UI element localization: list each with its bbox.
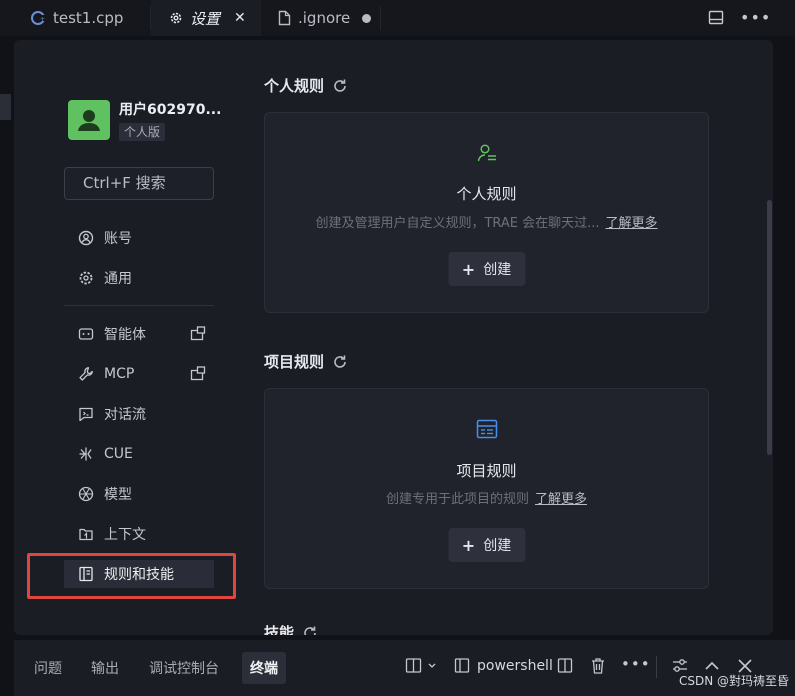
section-title-personal-rules: 个人规则 bbox=[264, 75, 348, 96]
tab-test1-cpp[interactable]: + test1.cpp bbox=[30, 0, 123, 36]
sidebar-item-general[interactable]: 通用 bbox=[64, 264, 214, 292]
section-title-project-rules: 项目规则 bbox=[264, 351, 348, 372]
tab-problems[interactable]: 问题 bbox=[26, 652, 70, 684]
refresh-icon[interactable] bbox=[332, 78, 348, 94]
section-title-text: 技能 bbox=[264, 624, 295, 635]
sidebar-item-context[interactable]: 上下文 bbox=[64, 520, 214, 548]
card-description: 创建及管理用户自定义规则，TRAE 会在聊天过... 了解更多 bbox=[265, 212, 708, 231]
wrench-icon bbox=[76, 366, 96, 382]
refresh-icon[interactable] bbox=[332, 354, 348, 370]
personal-rules-card: 个人规则 创建及管理用户自定义规则，TRAE 会在聊天过... 了解更多 + 创建 bbox=[264, 112, 709, 313]
sidebar-item-label: CUE bbox=[104, 446, 133, 462]
sidebar-item-label: 智能体 bbox=[104, 327, 146, 343]
sidebar-item-cue[interactable]: CUE bbox=[64, 440, 214, 468]
avatar bbox=[68, 100, 110, 140]
sidebar-item-agents[interactable]: 智能体 bbox=[64, 320, 214, 348]
sidebar-edge bbox=[0, 94, 11, 120]
tab-ignore[interactable]: .ignore bbox=[278, 0, 372, 36]
tab-separator bbox=[380, 6, 381, 30]
gear-icon bbox=[76, 270, 96, 286]
create-project-rule-button[interactable]: + 创建 bbox=[448, 528, 525, 562]
tab-debug-console[interactable]: 调试控制台 bbox=[141, 652, 227, 684]
sidebar-item-conversation-flow[interactable]: 对话流 bbox=[64, 400, 214, 428]
account-icon bbox=[76, 230, 96, 246]
external-link-icon[interactable] bbox=[190, 326, 206, 341]
project-rules-icon bbox=[476, 419, 498, 439]
sidebar-divider bbox=[64, 305, 214, 306]
sidebar-item-account[interactable]: 账号 bbox=[64, 224, 214, 252]
tab-label: test1.cpp bbox=[53, 9, 124, 27]
sidebar-item-models[interactable]: 模型 bbox=[64, 480, 214, 508]
learn-more-link[interactable]: 了解更多 bbox=[535, 492, 587, 507]
create-personal-rule-button[interactable]: + 创建 bbox=[448, 252, 525, 286]
section-title-skills-clip: 技能 bbox=[264, 622, 364, 635]
split-editor-icon[interactable] bbox=[708, 10, 724, 25]
section-title-skills: 技能 bbox=[264, 622, 364, 635]
plan-badge: 个人版 bbox=[119, 123, 166, 141]
terminal-layout-icon[interactable] bbox=[405, 657, 437, 675]
gear-icon bbox=[169, 11, 183, 25]
tab-label: .ignore bbox=[298, 9, 351, 27]
plus-icon: + bbox=[461, 259, 476, 279]
sidebar-item-label: MCP bbox=[104, 366, 135, 382]
watermark: CSDN @對玛祷至昏 bbox=[678, 674, 789, 688]
card-description: 创建专用于此项目的规则 了解更多 bbox=[265, 488, 708, 507]
more-actions-icon[interactable]: ••• bbox=[621, 655, 651, 673]
tab-label: 设置 bbox=[190, 9, 221, 28]
close-icon[interactable]: ✕ bbox=[234, 10, 246, 26]
tab-terminal[interactable]: 终端 bbox=[242, 652, 286, 684]
terminal-shell-icon[interactable] bbox=[454, 657, 470, 675]
sidebar-item-label: 通用 bbox=[104, 271, 132, 287]
more-actions-icon[interactable]: ••• bbox=[740, 8, 771, 27]
learn-more-link[interactable]: 了解更多 bbox=[606, 216, 658, 231]
card-description-text: 创建专用于此项目的规则 bbox=[385, 492, 529, 507]
agent-icon bbox=[76, 327, 96, 341]
sidebar-item-label: 模型 bbox=[104, 487, 132, 503]
sidebar-item-label: 对话流 bbox=[104, 407, 146, 423]
plus-icon: + bbox=[461, 535, 476, 555]
refresh-icon[interactable] bbox=[302, 625, 318, 635]
project-rules-card: 项目规则 创建专用于此项目的规则 了解更多 + 创建 bbox=[264, 388, 709, 589]
annotation-highlight-box bbox=[27, 553, 236, 599]
sidebar-item-mcp[interactable]: MCP bbox=[64, 360, 214, 388]
sidebar-item-label: 账号 bbox=[104, 231, 132, 247]
context-icon bbox=[76, 526, 96, 542]
terminal-shell-label[interactable]: powershell bbox=[477, 658, 553, 674]
user-rules-icon bbox=[476, 142, 498, 164]
cue-icon bbox=[76, 446, 96, 462]
external-link-icon[interactable] bbox=[190, 366, 206, 381]
section-title-text: 项目规则 bbox=[264, 353, 325, 371]
settings-search-input[interactable]: Ctrl+F 搜索 bbox=[64, 167, 214, 200]
file-icon bbox=[278, 10, 291, 26]
sidebar-item-label: 上下文 bbox=[104, 527, 146, 543]
unsaved-dot-icon[interactable] bbox=[362, 13, 372, 23]
cpp-file-icon: + bbox=[30, 10, 46, 26]
svg-text:+: + bbox=[40, 16, 45, 23]
tab-output[interactable]: 输出 bbox=[83, 652, 127, 684]
tab-settings[interactable]: 设置 ✕ bbox=[151, 0, 261, 36]
card-title: 个人规则 bbox=[456, 185, 517, 203]
model-icon bbox=[76, 486, 96, 502]
settings-scrollbar[interactable] bbox=[767, 200, 772, 455]
username: 用户602970... bbox=[119, 102, 222, 118]
trash-icon[interactable] bbox=[590, 657, 606, 675]
split-terminal-icon[interactable] bbox=[557, 657, 573, 675]
card-description-text: 创建及管理用户自定义规则，TRAE 会在聊天过... bbox=[315, 216, 600, 231]
button-label: 创建 bbox=[483, 262, 512, 278]
chat-icon bbox=[76, 406, 96, 422]
section-title-text: 个人规则 bbox=[264, 77, 325, 95]
toolbar-divider bbox=[656, 656, 657, 678]
button-label: 创建 bbox=[483, 538, 512, 554]
card-title: 项目规则 bbox=[456, 462, 517, 480]
